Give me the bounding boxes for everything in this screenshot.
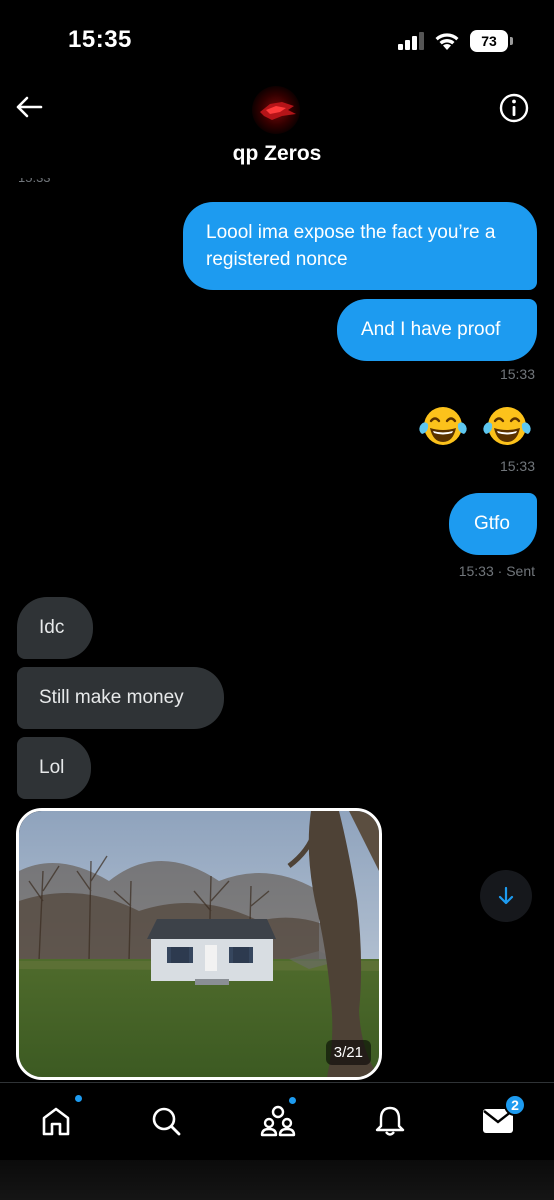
home-icon [42,1107,70,1136]
image-message[interactable]: 3/21 [16,808,382,1080]
search-icon [152,1107,181,1136]
status-icons: 73 [398,30,513,52]
received-message[interactable]: Lol [17,737,91,799]
cellular-signal-icon [398,32,424,50]
battery-icon: 73 [470,30,513,52]
house-photo [19,811,379,1077]
conversation-header: qp Zeros [0,80,554,178]
wifi-icon [435,32,459,50]
tab-home[interactable] [36,1101,76,1141]
message-text: And I have proof [361,319,501,340]
people-icon [260,1105,296,1137]
message-text: Still make money [39,687,184,708]
sent-message[interactable]: Loool ima expose the fact you’re a regis… [183,202,537,290]
communities-notification-dot [288,1096,297,1105]
received-message[interactable]: Still make money [17,667,224,729]
arrow-down-icon [498,886,514,905]
message-timestamp: 15:33 [499,366,535,382]
message-status: 15:33 · Sent [458,563,535,579]
message-text: Loool ima expose the fact you’re a regis… [206,222,496,270]
sent-message[interactable]: Gtfo [449,493,537,555]
status-bar: 15:35 73 [0,0,554,80]
info-button[interactable] [498,92,530,124]
home-notification-dot [74,1094,83,1103]
received-message[interactable]: Idc [17,597,93,659]
message-text: Idc [39,617,65,638]
avatar[interactable] [252,86,300,134]
message-text: Gtfo [474,513,510,534]
messages-badge: 2 [504,1094,526,1116]
home-indicator-area [0,1160,554,1200]
conversation-title[interactable]: qp Zeros [0,142,554,166]
scroll-to-bottom-button[interactable] [480,870,532,922]
tears-of-joy-emoji [419,407,467,445]
sent-message[interactable]: And I have proof [337,299,537,361]
emoji-message[interactable] [418,404,532,450]
message-timestamp: 15:33 [499,458,535,474]
tab-search[interactable] [146,1101,186,1141]
avatar-image [260,102,296,120]
status-time: 15:35 [68,26,132,53]
info-circle-icon [499,93,529,123]
bell-icon [375,1106,405,1136]
arrow-left-icon [16,96,43,118]
back-button[interactable] [14,92,44,122]
image-counter: 3/21 [325,1040,371,1065]
tab-communities[interactable] [258,1101,298,1141]
tab-notifications[interactable] [370,1101,410,1141]
message-text: Lol [39,757,65,778]
tears-of-joy-emoji [483,407,531,445]
